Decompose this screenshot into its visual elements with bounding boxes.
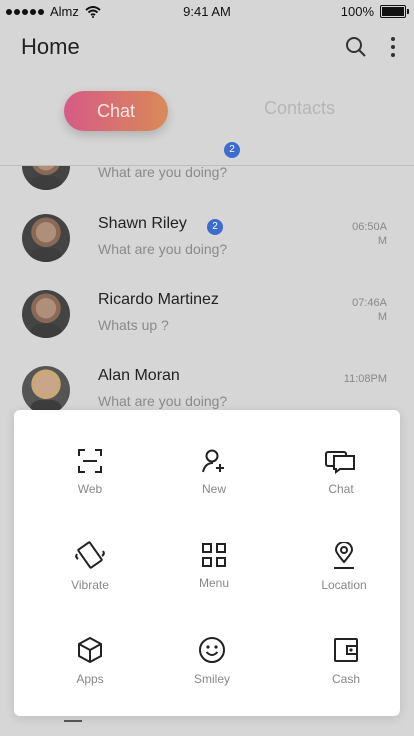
scan-icon	[78, 449, 102, 473]
avatar	[22, 166, 70, 190]
chat-row[interactable]: What are you doing?	[0, 166, 414, 204]
tab-contacts[interactable]: Contacts	[264, 98, 335, 119]
avatar	[22, 366, 70, 414]
contact-name: Alan Moran	[98, 367, 180, 384]
page-title: Home	[21, 34, 80, 59]
action-label: Web	[77, 482, 103, 496]
action-label: Location	[321, 578, 367, 592]
status-bar: Almz 9:41 AM 100%	[0, 0, 414, 24]
box-icon	[78, 636, 102, 664]
action-label: Apps	[76, 672, 104, 686]
action-label: Smiley	[193, 672, 230, 686]
chat-row[interactable]: Alan Moran What are you doing? 11:08PM	[0, 356, 414, 416]
tab-bar: Chat Contacts 2	[0, 86, 414, 158]
grid-menu-icon	[202, 543, 226, 567]
chat-row[interactable]: Ricardo Martinez Whats up ? 07:46AM	[0, 280, 414, 356]
chat-message: What are you doing?	[98, 166, 228, 180]
unread-count-badge: 2	[224, 142, 240, 158]
chat-row[interactable]: Shawn Riley 2 What are you doing? 06:50A…	[0, 204, 414, 280]
action-label: Cash	[331, 672, 360, 686]
home-indicator-icon	[64, 720, 82, 722]
action-vibrate[interactable]: Vibrate	[40, 540, 140, 610]
contact-name: Shawn Riley	[98, 215, 187, 232]
battery-percent: 100%	[340, 4, 374, 19]
avatar	[22, 214, 70, 262]
chat-message: What are you doing?	[98, 393, 228, 409]
more-vertical-icon[interactable]	[388, 36, 398, 58]
message-time: 07:46AM	[352, 297, 387, 323]
battery-icon	[380, 5, 409, 18]
action-smiley[interactable]: Smiley	[162, 636, 262, 706]
battery-indicator: 100%	[340, 4, 409, 19]
contact-name: Ricardo Martinez	[98, 291, 219, 308]
vibrate-icon	[75, 541, 105, 569]
action-label: New	[201, 482, 226, 496]
action-new[interactable]: New	[164, 448, 264, 518]
action-web[interactable]: Web	[40, 448, 140, 518]
search-icon[interactable]	[345, 36, 367, 58]
wallet-icon	[334, 638, 358, 662]
action-location[interactable]: Location	[294, 542, 394, 612]
tab-chat[interactable]: Chat	[64, 91, 168, 131]
action-label: Chat	[328, 482, 354, 496]
action-chat[interactable]: Chat	[291, 448, 391, 518]
action-menu[interactable]: Menu	[164, 542, 264, 612]
chat-message: What are you doing?	[98, 241, 228, 257]
chat-list: What are you doing? Shawn Riley 2 What a…	[0, 166, 414, 416]
location-pin-icon	[334, 542, 354, 569]
avatar	[22, 290, 70, 338]
action-cash[interactable]: Cash	[296, 636, 396, 706]
message-time: 11:08PM	[343, 373, 387, 385]
smiley-icon	[199, 637, 225, 663]
action-grid: Web New Chat Vibrate Menu Location Apps …	[14, 410, 400, 716]
app-screen: Almz 9:41 AM 100% Home Chat Contacts 2 W…	[0, 0, 414, 736]
action-label: Vibrate	[71, 578, 109, 592]
action-apps[interactable]: Apps	[40, 636, 140, 706]
unread-badge: 2	[207, 219, 223, 235]
add-user-icon	[202, 449, 224, 473]
action-label: Menu	[198, 576, 230, 590]
chat-bubbles-icon	[325, 451, 355, 474]
chat-message: Whats up ?	[98, 317, 169, 333]
action-sheet: Web New Chat Vibrate Menu Location Apps …	[14, 410, 400, 716]
app-header: Home	[0, 24, 414, 70]
message-time: 06:50AM	[352, 221, 387, 247]
